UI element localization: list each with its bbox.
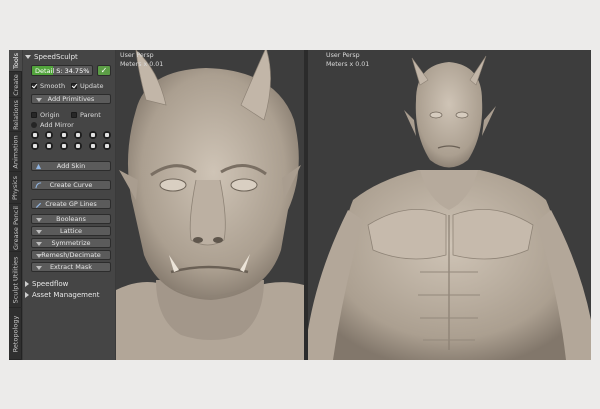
update-toggle[interactable]: Update xyxy=(71,82,104,90)
collapse-arrow-icon xyxy=(25,54,31,59)
add-primitives-button[interactable]: Add Primitives xyxy=(31,94,111,104)
plane-primitive-icon[interactable] xyxy=(102,131,111,139)
create-curve-button[interactable]: Create Curve xyxy=(31,180,111,190)
tab-animation[interactable]: Animation xyxy=(9,132,22,172)
tab-physics[interactable]: Physics xyxy=(9,172,22,204)
apply-detail-button[interactable]: ✓ xyxy=(97,65,111,76)
tab-create[interactable]: Create xyxy=(9,72,22,98)
add-mirror-toggle[interactable]: Add Mirror xyxy=(31,121,74,129)
cube-primitive-icon[interactable] xyxy=(45,131,54,139)
remesh-decimate-section[interactable]: Remesh/Decimate xyxy=(31,250,111,260)
panel-title: SpeedSculpt xyxy=(34,52,78,61)
parent-toggle[interactable]: Parent xyxy=(71,111,101,119)
smooth-checkbox[interactable] xyxy=(31,82,37,89)
tab-retopology[interactable]: Retopology xyxy=(9,308,22,360)
booleans-section[interactable]: Booleans xyxy=(31,214,111,224)
side-tab-strip: Tools Create Relations Animation Physics… xyxy=(9,50,22,360)
curve-icon xyxy=(35,182,42,189)
cone-primitive-icon[interactable] xyxy=(74,131,83,139)
smooth-toggle[interactable]: Smooth xyxy=(31,82,71,90)
sculpted-head-closeup xyxy=(116,50,304,360)
detail-size-label: Detail S: 34.75% xyxy=(35,67,90,75)
asset-management-header[interactable]: Asset Management xyxy=(25,290,113,299)
extract-mask-section[interactable]: Extract Mask xyxy=(31,262,111,272)
update-checkbox[interactable] xyxy=(71,82,77,89)
add-skin-button[interactable]: Add Skin xyxy=(31,161,111,171)
primitive-icons-row-1 xyxy=(31,131,111,140)
sculpted-torso xyxy=(308,55,591,360)
origin-toggle[interactable]: Origin xyxy=(31,111,71,119)
viewport-units-label: Meters x 0.01 xyxy=(326,61,370,68)
expand-arrow-icon xyxy=(25,280,29,287)
sphere-primitive-icon[interactable] xyxy=(31,131,39,139)
viewport-view-label: User Persp xyxy=(326,52,360,59)
speedsculpt-header[interactable]: SpeedSculpt xyxy=(25,52,113,61)
icosphere-primitive-icon[interactable] xyxy=(59,142,68,150)
symmetrize-section[interactable]: Symmetrize xyxy=(31,238,111,248)
grease-pencil-icon xyxy=(35,202,42,208)
expand-arrow-icon xyxy=(25,291,29,298)
tab-tools[interactable]: Tools xyxy=(9,50,22,72)
speedflow-header[interactable]: Speedflow xyxy=(25,279,113,288)
viewport-left[interactable]: User Persp Meters x 0.01 xyxy=(116,50,304,360)
origin-checkbox[interactable] xyxy=(31,111,37,118)
blender-window: Tools Create Relations Animation Physics… xyxy=(9,50,591,360)
primitive-icons-row-2 xyxy=(31,142,111,151)
parent-checkbox[interactable] xyxy=(71,111,77,118)
lattice-section[interactable]: Lattice xyxy=(31,226,111,236)
detail-size-slider[interactable]: Detail S: 34.75% xyxy=(31,65,93,76)
curve-primitive-icon[interactable] xyxy=(31,142,39,150)
viewport-units-label: Meters x 0.01 xyxy=(120,61,164,68)
checkmark-icon: ✓ xyxy=(100,66,108,75)
custom-primitive-icon[interactable] xyxy=(102,142,111,150)
metaball-primitive-icon[interactable] xyxy=(88,142,97,150)
monkey-primitive-icon[interactable] xyxy=(74,142,83,150)
tab-grease-pencil[interactable]: Grease Pencil xyxy=(9,204,22,252)
cylinder-primitive-icon[interactable] xyxy=(59,131,68,139)
tab-relations[interactable]: Relations xyxy=(9,98,22,132)
mirror-radio[interactable] xyxy=(31,121,37,128)
speedsculpt-panel: SpeedSculpt Detail S: 34.75% ✓ Smooth Up… xyxy=(23,50,115,360)
viewport-right[interactable]: User Persp Meters x 0.01 xyxy=(308,50,591,360)
tab-sculpt-utilities[interactable]: Sculpt Utilities xyxy=(9,252,22,308)
skin-icon xyxy=(35,163,42,170)
torus-primitive-icon[interactable] xyxy=(88,131,97,139)
viewport-view-label: User Persp xyxy=(120,52,154,59)
create-gp-lines-button[interactable]: Create GP Lines xyxy=(31,199,111,209)
capsule-primitive-icon[interactable] xyxy=(45,142,54,150)
